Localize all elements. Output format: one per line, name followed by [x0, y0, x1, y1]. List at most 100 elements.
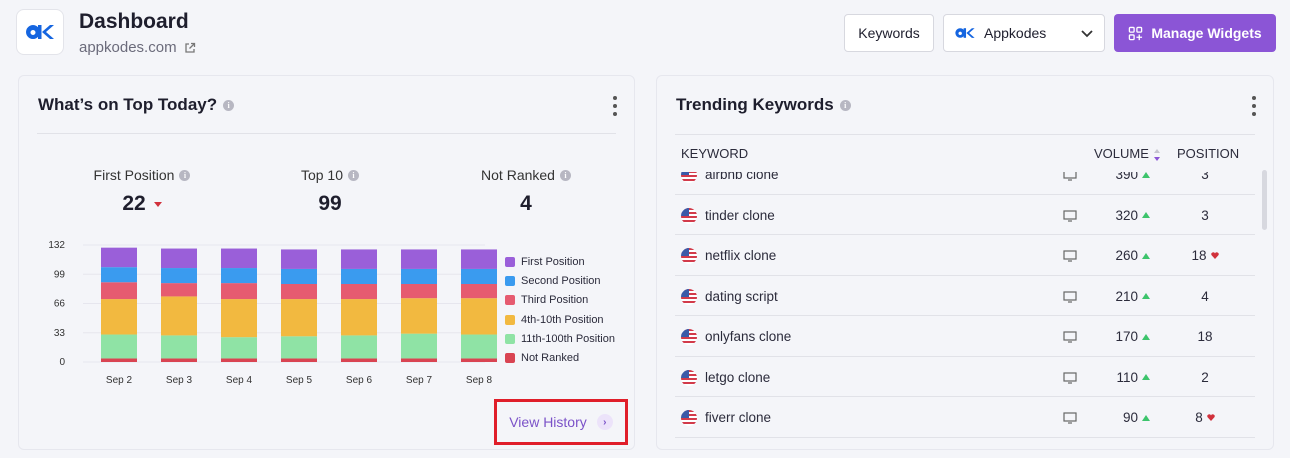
position-value: 18	[1197, 329, 1213, 344]
bar-segment[interactable]	[341, 335, 377, 359]
bar-segment[interactable]	[221, 283, 257, 300]
legend-item[interactable]: First Position	[505, 252, 615, 271]
bar-segment[interactable]	[401, 298, 437, 334]
legend-item[interactable]: Second Position	[505, 271, 615, 290]
bar-segment[interactable]	[461, 284, 497, 299]
scrollbar[interactable]	[1262, 170, 1267, 230]
keyword-text[interactable]: airbnb clone	[705, 172, 779, 182]
bar-segment[interactable]	[101, 247, 137, 268]
legend-item[interactable]: Third Position	[505, 291, 615, 310]
trend-down-icon	[1210, 252, 1219, 259]
bar-segment[interactable]	[221, 248, 257, 269]
appkodes-logo-icon	[955, 28, 975, 38]
bar-segment[interactable]	[281, 358, 317, 362]
legend-item[interactable]: 4th-10th Position	[505, 310, 615, 329]
external-link-icon[interactable]	[184, 42, 196, 54]
bar-segment[interactable]	[281, 284, 317, 300]
keyword-text[interactable]: tinder clone	[705, 208, 775, 223]
column-keyword[interactable]: KEYWORD	[681, 146, 748, 161]
bar-segment[interactable]	[281, 299, 317, 337]
sort-icon[interactable]	[1153, 148, 1161, 162]
keyword-text[interactable]: letgo clone	[705, 370, 770, 385]
bar-segment[interactable]	[281, 249, 317, 269]
bar-segment[interactable]	[461, 358, 497, 362]
more-options-icon[interactable]	[1251, 96, 1257, 116]
bar-segment[interactable]	[161, 283, 197, 297]
bar-segment[interactable]	[101, 282, 137, 300]
bar-segment[interactable]	[161, 335, 197, 359]
column-position[interactable]: POSITION	[1177, 146, 1239, 161]
table-row[interactable]: dating script 210 4	[675, 276, 1255, 316]
bar-segment[interactable]	[401, 333, 437, 359]
table-row[interactable]: letgo clone 110 2	[675, 357, 1255, 397]
bar-segment[interactable]	[341, 299, 377, 336]
site-link[interactable]: appkodes.com	[79, 39, 196, 56]
y-tick-label: 33	[54, 328, 66, 339]
legend-item[interactable]: Not Ranked	[505, 348, 615, 367]
trend-down-icon	[1207, 414, 1215, 421]
bar-segment[interactable]	[161, 268, 197, 284]
view-history-label: View History	[509, 414, 587, 430]
table-row[interactable]: airbnb clone 390 3	[675, 172, 1255, 195]
project-select[interactable]: Appkodes	[943, 14, 1105, 52]
bar-segment[interactable]	[281, 336, 317, 359]
bar-segment[interactable]	[341, 358, 377, 362]
bar-segment[interactable]	[161, 296, 197, 336]
keywords-button[interactable]: Keywords	[844, 14, 934, 52]
trend-down-icon	[153, 201, 162, 207]
bar-segment[interactable]	[221, 299, 257, 338]
bar-segment[interactable]	[281, 268, 317, 284]
bar-segment[interactable]	[401, 268, 437, 284]
volume-cell: 390	[1085, 172, 1150, 182]
bar-segment[interactable]	[161, 248, 197, 269]
bar-segment[interactable]	[401, 249, 437, 269]
bar-segment[interactable]	[461, 298, 497, 335]
volume-value: 390	[1115, 172, 1138, 182]
bar-segment[interactable]	[221, 268, 257, 284]
card-title: Trending Keywords i	[676, 95, 851, 115]
desktop-icon	[1063, 290, 1077, 303]
x-tick-label: Sep 8	[466, 375, 493, 386]
info-icon[interactable]: i	[179, 169, 191, 181]
site-url[interactable]: appkodes.com	[79, 39, 177, 56]
keyword-text[interactable]: fiverr clone	[705, 410, 771, 425]
bar-segment[interactable]	[101, 334, 137, 359]
table-row[interactable]: onlyfans clone 170 18	[675, 316, 1255, 357]
bar-segment[interactable]	[101, 299, 137, 335]
bar-segment[interactable]	[401, 284, 437, 299]
bar-segment[interactable]	[401, 358, 437, 362]
info-icon[interactable]: i	[839, 99, 851, 111]
bar-segment[interactable]	[101, 267, 137, 283]
position-value: 2	[1201, 369, 1209, 385]
bar-segment[interactable]	[341, 284, 377, 300]
manage-widgets-button[interactable]: Manage Widgets	[1114, 14, 1276, 52]
info-icon[interactable]: i	[223, 99, 235, 111]
table-row[interactable]: tinder clone 320 3	[675, 195, 1255, 235]
bar-segment[interactable]	[161, 358, 197, 362]
table-row[interactable]: fiverr clone 90 8	[675, 397, 1255, 438]
keyword-text[interactable]: onlyfans clone	[705, 329, 791, 344]
column-volume[interactable]: VOLUME	[1094, 146, 1161, 162]
us-flag-icon	[681, 248, 697, 264]
view-history-button[interactable]: View History ›	[494, 399, 628, 445]
bar-segment[interactable]	[101, 358, 137, 362]
bar-segment[interactable]	[341, 268, 377, 284]
legend-item[interactable]: 11th-100th Position	[505, 329, 615, 348]
bar-segment[interactable]	[221, 337, 257, 359]
bar-segment[interactable]	[461, 268, 497, 284]
bar-segment[interactable]	[341, 249, 377, 269]
info-icon[interactable]: i	[559, 169, 571, 181]
more-options-icon[interactable]	[612, 96, 618, 116]
info-icon[interactable]: i	[348, 169, 360, 181]
keyword-list: airbnb clone 390 3 tinder clone 320 3 netflix …	[675, 172, 1255, 451]
app-logo[interactable]	[16, 9, 64, 55]
keyword-text[interactable]: netflix clone	[705, 248, 776, 263]
x-tick-label: Sep 2	[106, 375, 133, 386]
trending-keywords-card: Trending Keywords i KEYWORD VOLUME POSIT…	[656, 75, 1274, 450]
bar-segment[interactable]	[461, 249, 497, 269]
bar-segment[interactable]	[221, 358, 257, 362]
table-row[interactable]: netflix clone 260 18	[675, 235, 1255, 276]
page-title: Dashboard	[79, 10, 189, 33]
bar-segment[interactable]	[461, 334, 497, 359]
keyword-text[interactable]: dating script	[705, 289, 778, 304]
